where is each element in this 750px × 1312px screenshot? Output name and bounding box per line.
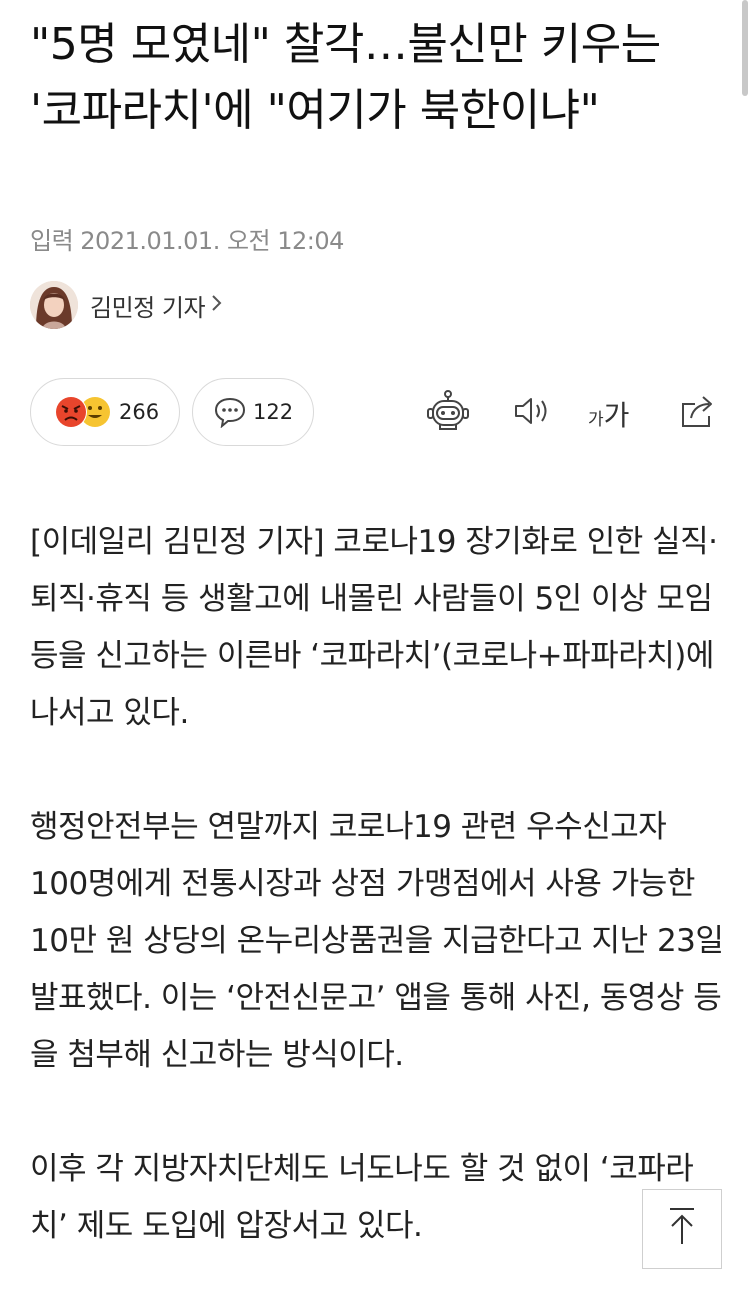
font-size-small: 가 (588, 410, 604, 430)
article-headline: "5명 모였네" 찰각…불신만 키우는 '코파라치'에 "여기가 북한이냐" (30, 19, 661, 136)
robot-icon (427, 390, 469, 430)
audio-button[interactable] (508, 388, 554, 434)
body-paragraph: 행정안전부는 연말까지 코로나19 관련 우수신고자 100명에게 전통시장과 … (30, 809, 724, 1073)
author-name[interactable]: 김민정 기자 (90, 288, 206, 323)
reaction-count: 266 (119, 400, 160, 424)
comment-count: 122 (253, 400, 294, 424)
arrow-up-icon (670, 1208, 694, 1244)
body-paragraph: [이데일리 김민정 기자] 코로나19 장기화로 인한 실직·퇴직·휴직 등 생… (30, 524, 718, 731)
share-icon (682, 396, 712, 427)
angry-face-icon (55, 396, 87, 428)
publish-date: 입력 2021.01.01. 오전 12:04 (30, 227, 344, 255)
speaker-icon (515, 398, 547, 424)
reaction-button[interactable]: 266 (30, 378, 180, 446)
author-avatar[interactable] (30, 281, 78, 329)
scrollbar[interactable] (742, 0, 748, 96)
font-size-button[interactable]: 가가 (588, 394, 629, 434)
body-paragraph: 이후 각 지방자치단체도 너도나도 할 것 없이 ‘코파라치’ 제도 도입에 압… (30, 1151, 694, 1244)
chevron-right-icon[interactable] (211, 293, 223, 317)
speech-bubble-icon (214, 397, 246, 428)
font-size-large: 가 (603, 399, 630, 432)
author-byline[interactable]: 김민정 기자 (30, 280, 223, 330)
summary-button[interactable] (425, 388, 471, 434)
share-button[interactable] (674, 388, 720, 434)
article-body: [이데일리 김민정 기자] 코로나19 장기화로 인한 실직·퇴직·휴직 등 생… (30, 514, 730, 1312)
avatar-photo (30, 281, 78, 329)
scroll-to-top-button[interactable] (642, 1189, 722, 1269)
comment-button[interactable]: 122 (192, 378, 314, 446)
reaction-emoji-icons (55, 396, 110, 428)
